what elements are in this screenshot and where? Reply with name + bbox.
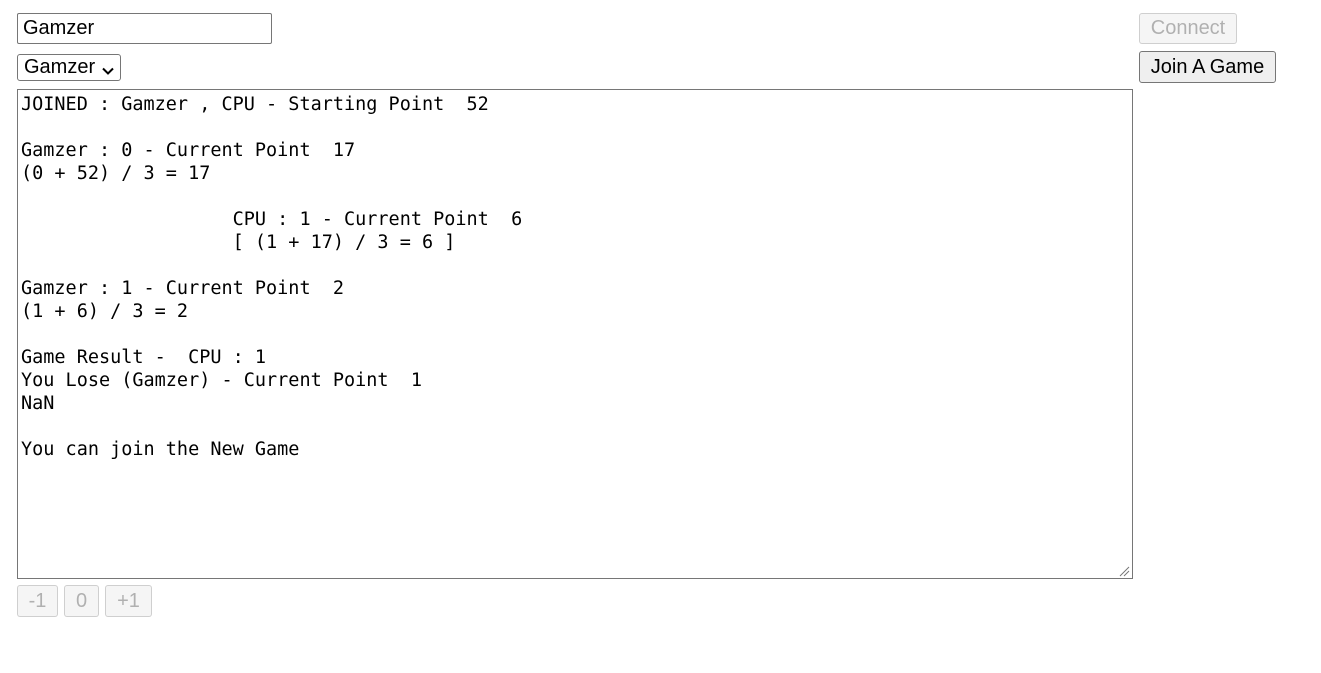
- log-line: You can join the New Game: [21, 439, 300, 460]
- chevron-down-icon: [101, 61, 115, 75]
- log-line: Game Result - CPU : 1: [21, 347, 267, 368]
- game-page: Gamzer Connect Join A Game JOINED : Gamz…: [0, 0, 1321, 673]
- connect-button[interactable]: Connect: [1139, 13, 1237, 44]
- move-minus-one-button[interactable]: -1: [17, 585, 58, 617]
- log-line: CPU : 1 - Current Point 6: [21, 209, 523, 230]
- player-select-value: Gamzer: [24, 56, 96, 78]
- player-name-input[interactable]: [17, 13, 272, 44]
- move-plus-one-button[interactable]: +1: [105, 585, 152, 617]
- log-line: JOINED : Gamzer , CPU - Starting Point 5…: [21, 94, 489, 115]
- game-log-textarea[interactable]: JOINED : Gamzer , CPU - Starting Point 5…: [17, 89, 1133, 579]
- log-line: Gamzer : 0 - Current Point 17: [21, 140, 356, 161]
- log-line: (1 + 6) / 3 = 2: [21, 301, 189, 322]
- game-log-lines: JOINED : Gamzer , CPU - Starting Point 5…: [21, 93, 1129, 461]
- log-line: NaN: [21, 393, 55, 414]
- resize-grip-icon[interactable]: [1118, 564, 1130, 577]
- player-select[interactable]: Gamzer: [17, 54, 122, 81]
- join-game-button[interactable]: Join A Game: [1139, 51, 1276, 83]
- log-line: (0 + 52) / 3 = 17: [21, 163, 211, 184]
- log-line: You Lose (Gamzer) - Current Point 1: [21, 370, 422, 391]
- log-line: Gamzer : 1 - Current Point 2: [21, 278, 345, 299]
- log-line: [ (1 + 17) / 3 = 6 ]: [21, 232, 456, 253]
- move-zero-button[interactable]: 0: [64, 585, 99, 617]
